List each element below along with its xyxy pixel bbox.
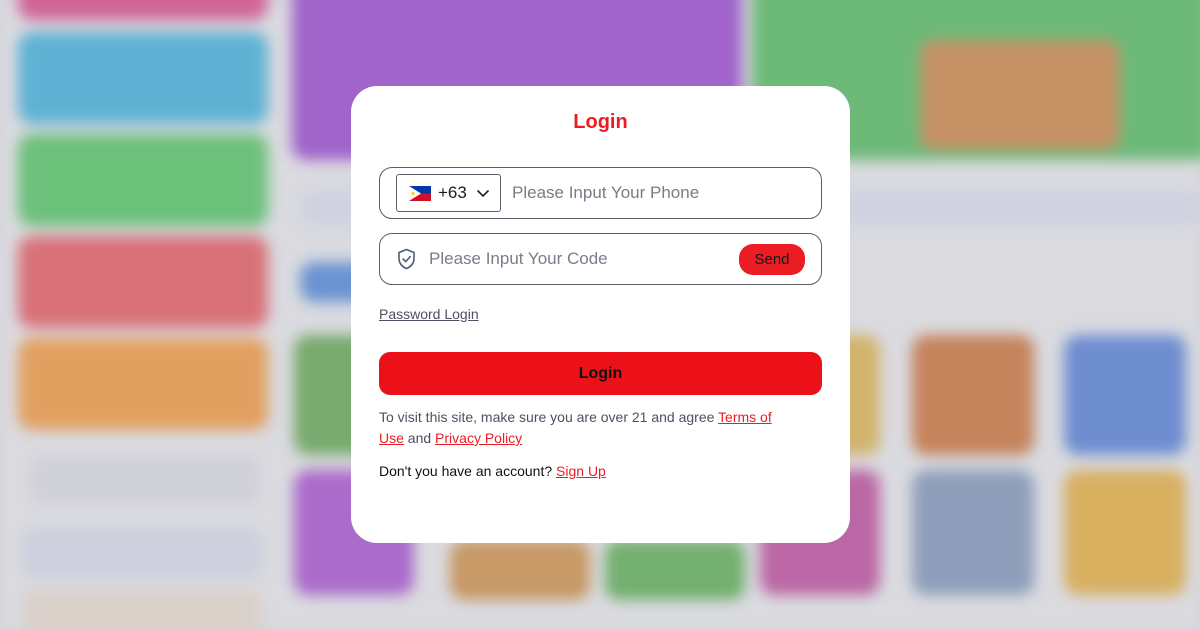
terms-prefix: To visit this site, make sure you are ov…	[379, 409, 719, 425]
send-code-button[interactable]: Send	[739, 244, 805, 275]
terms-connector: and	[403, 430, 436, 446]
shield-check-icon	[398, 248, 415, 270]
signup-prompt: Don't you have an account? Sign Up	[379, 463, 606, 479]
terms-notice: To visit this site, make sure you are ov…	[379, 407, 794, 449]
phone-input[interactable]	[512, 183, 802, 203]
dial-code: +63	[438, 183, 467, 202]
login-modal: Login +63 Send Password Login Login To v…	[351, 86, 850, 543]
privacy-policy-link[interactable]: Privacy Policy	[435, 430, 522, 446]
chevron-down-icon	[476, 189, 489, 197]
modal-title: Login	[573, 111, 628, 133]
password-login-link[interactable]: Password Login	[379, 306, 479, 322]
country-code-select[interactable]: +63	[396, 174, 501, 212]
login-button[interactable]: Login	[379, 352, 822, 395]
philippines-flag-icon	[409, 185, 431, 201]
signup-prompt-text: Don't you have an account?	[379, 463, 557, 479]
code-field: Send	[379, 233, 822, 285]
code-input[interactable]	[429, 249, 719, 269]
phone-field: +63	[379, 167, 822, 219]
sign-up-link[interactable]: Sign Up	[556, 463, 606, 479]
